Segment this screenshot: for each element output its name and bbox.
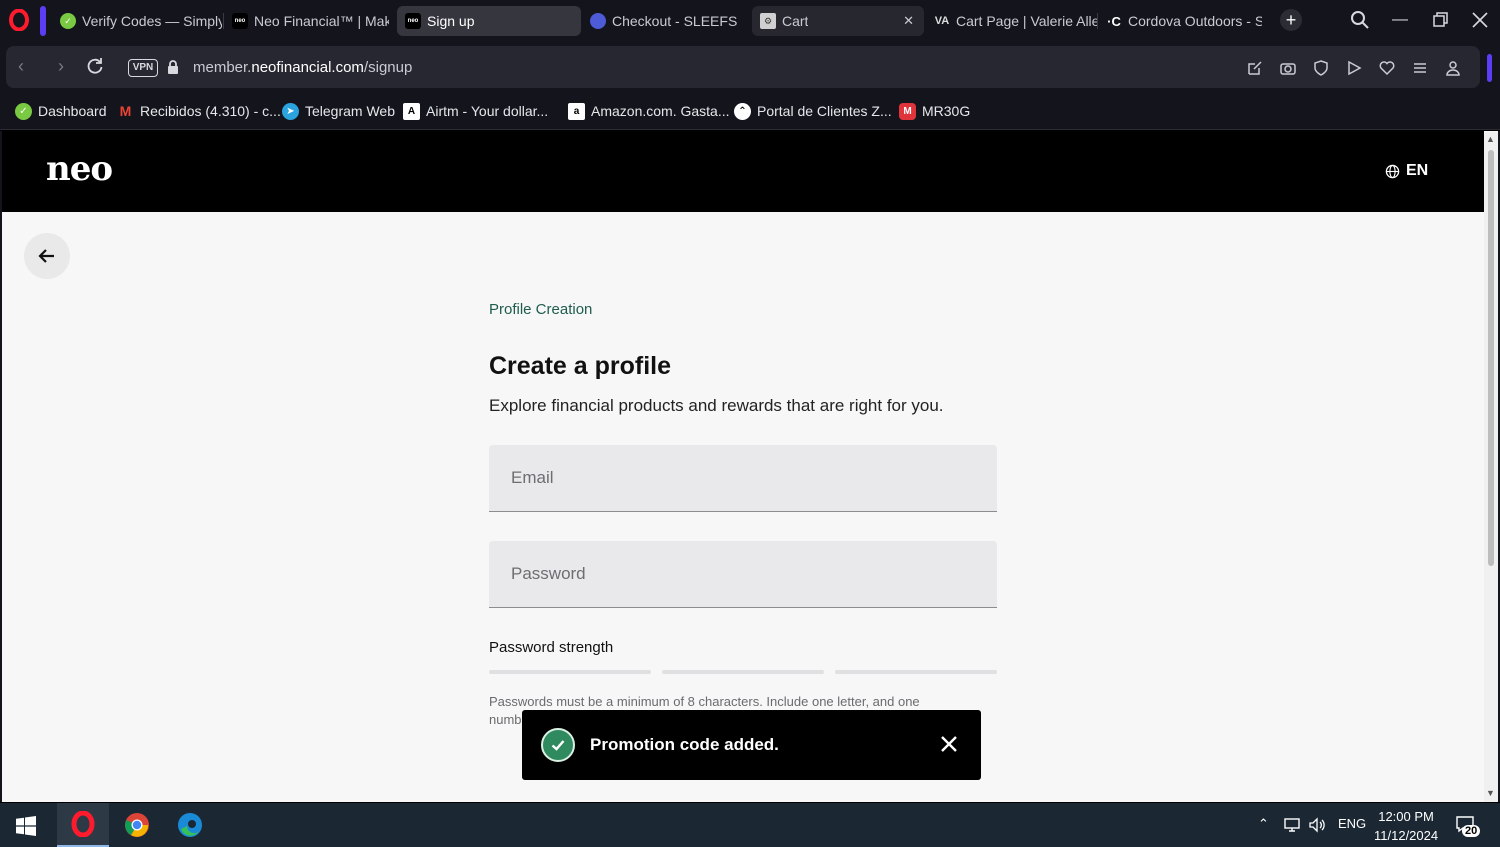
input-language[interactable]: ENG [1338, 816, 1366, 831]
bookmark-amazon[interactable]: a Amazon.com. Gasta... [568, 101, 730, 121]
language-selector[interactable]: EN [1385, 162, 1428, 180]
strength-bar-2 [662, 670, 824, 674]
telegram-icon: ➤ [282, 102, 299, 120]
mr30g-icon: M [899, 102, 916, 120]
new-tab-button[interactable]: + [1280, 9, 1302, 31]
opera-icon [71, 811, 95, 837]
tab-neo-financial[interactable]: neo Neo Financial™ | Make Y [224, 6, 389, 36]
tab-cart-page-valerie[interactable]: VA Cart Page | Valerie Allen [926, 6, 1098, 36]
check-circle-icon [541, 728, 575, 762]
neo-icon: neo [232, 13, 248, 29]
scroll-up-arrow[interactable]: ▲ [1486, 134, 1495, 144]
bookmarks-bar: ✓ Dashboard M Recibidos (4.310) - c... ➤… [0, 92, 1500, 130]
heart-icon[interactable] [1378, 59, 1396, 77]
tab-cart[interactable]: ⚙ Cart ✕ [752, 6, 924, 36]
cart-icon: ⚙ [760, 13, 776, 29]
bookmark-telegram[interactable]: ➤ Telegram Web [282, 101, 395, 121]
email-field-container [489, 445, 997, 512]
windows-start-icon[interactable] [16, 816, 36, 836]
edge-icon [178, 813, 202, 837]
volume-icon[interactable] [1308, 816, 1328, 834]
sidebar-toggle[interactable] [1487, 54, 1492, 82]
bookmark-recibidos[interactable]: M Recibidos (4.310) - c... [117, 101, 281, 121]
forward-nav-icon[interactable]: › [50, 55, 72, 77]
lock-icon[interactable] [166, 59, 180, 75]
scroll-down-arrow[interactable]: ▼ [1486, 788, 1495, 798]
show-hidden-icons[interactable]: ⌃ [1258, 816, 1269, 832]
browser-tab-bar: ✓ Verify Codes — SimplyC neo Neo Financi… [0, 0, 1500, 42]
camera-icon[interactable] [1279, 59, 1297, 77]
password-field[interactable] [489, 541, 997, 607]
sleefs-icon [590, 13, 606, 29]
scroll-thumb[interactable] [1488, 150, 1494, 566]
cordova-icon: ·C [1107, 13, 1121, 29]
gmail-icon: M [119, 103, 132, 119]
easy-setup-icon[interactable] [1411, 59, 1429, 77]
taskbar-chrome[interactable] [111, 803, 163, 847]
tab-cordova-outdoors[interactable]: ·C Cordova Outdoors - Sh [1098, 6, 1262, 36]
reload-icon[interactable] [84, 55, 106, 77]
profile-icon[interactable] [1444, 59, 1462, 77]
strength-bar-3 [835, 670, 997, 674]
opera-menu-icon[interactable] [8, 9, 30, 31]
tab-verify-codes[interactable]: ✓ Verify Codes — SimplyC [52, 6, 222, 36]
close-tab-icon[interactable]: ✕ [903, 13, 914, 29]
edit-icon[interactable] [1246, 59, 1264, 77]
site-header: neo EN [2, 131, 1484, 212]
taskbar-opera[interactable] [57, 803, 109, 847]
chrome-icon [125, 813, 149, 837]
airtm-icon: A [403, 102, 420, 120]
vpn-badge[interactable]: VPN [128, 59, 158, 77]
arrow-left-icon [38, 249, 54, 263]
email-field[interactable] [489, 445, 997, 511]
restore-icon[interactable] [1428, 8, 1452, 32]
shield-icon[interactable] [1312, 59, 1330, 77]
neo-icon: neo [405, 13, 421, 29]
system-clock[interactable]: 12:00 PM 11/12/2024 [1374, 807, 1438, 845]
page-title: Create a profile [489, 352, 672, 380]
password-strength-meter [489, 670, 999, 674]
bookmark-airtm[interactable]: A Airtm - Your dollar... [403, 101, 548, 121]
workspace-indicator[interactable] [40, 6, 46, 36]
network-icon[interactable] [1282, 816, 1302, 834]
address-bar-row: ‹ › VPN member.neofinancial.com/signup [0, 42, 1500, 92]
password-strength-label: Password strength [489, 639, 614, 656]
search-tabs-icon[interactable] [1348, 8, 1372, 32]
windows-taskbar: ⌃ ENG 12:00 PM 11/12/2024 20 [0, 803, 1500, 847]
profile-form: Profile Creation Create a profile Explor… [489, 301, 999, 729]
close-toast-icon[interactable] [939, 734, 959, 754]
page-scrollbar[interactable]: ▲ ▼ [1484, 132, 1498, 802]
neo-logo[interactable]: neo [46, 149, 113, 189]
page-subtitle: Explore financial products and rewards t… [489, 396, 944, 415]
simplycodes-icon: ✓ [15, 102, 32, 120]
amazon-icon: a [568, 102, 585, 120]
password-field-container [489, 541, 997, 608]
tab-checkout-sleefs[interactable]: Checkout - SLEEFS [582, 6, 752, 36]
back-nav-icon[interactable]: ‹ [10, 55, 32, 77]
taskbar-edge[interactable] [164, 803, 216, 847]
toast-message: Promotion code added. [590, 735, 779, 754]
strength-bar-1 [489, 670, 651, 674]
close-window-icon[interactable] [1468, 8, 1492, 32]
send-icon[interactable] [1345, 59, 1363, 77]
minimize-icon[interactable]: — [1388, 8, 1412, 32]
back-button[interactable] [24, 233, 70, 279]
promotion-toast: Promotion code added. [522, 710, 981, 780]
url-field[interactable]: member.neofinancial.com/signup [193, 59, 412, 76]
tab-sign-up[interactable]: neo Sign up [397, 6, 581, 36]
bookmark-portal-clientes[interactable]: ⌃ Portal de Clientes Z... [734, 101, 892, 121]
bookmark-mr30g[interactable]: M MR30G [899, 101, 970, 121]
globe-icon [1385, 164, 1400, 178]
bookmark-dashboard[interactable]: ✓ Dashboard [15, 101, 107, 121]
step-label: Profile Creation [489, 301, 593, 318]
notification-count-badge: 20 [1462, 825, 1481, 837]
simplycodes-icon: ✓ [60, 13, 76, 29]
va-icon: VA [934, 15, 950, 27]
page-viewport: neo EN Profile Creation Create a profile… [0, 131, 1500, 802]
portal-icon: ⌃ [734, 102, 751, 120]
